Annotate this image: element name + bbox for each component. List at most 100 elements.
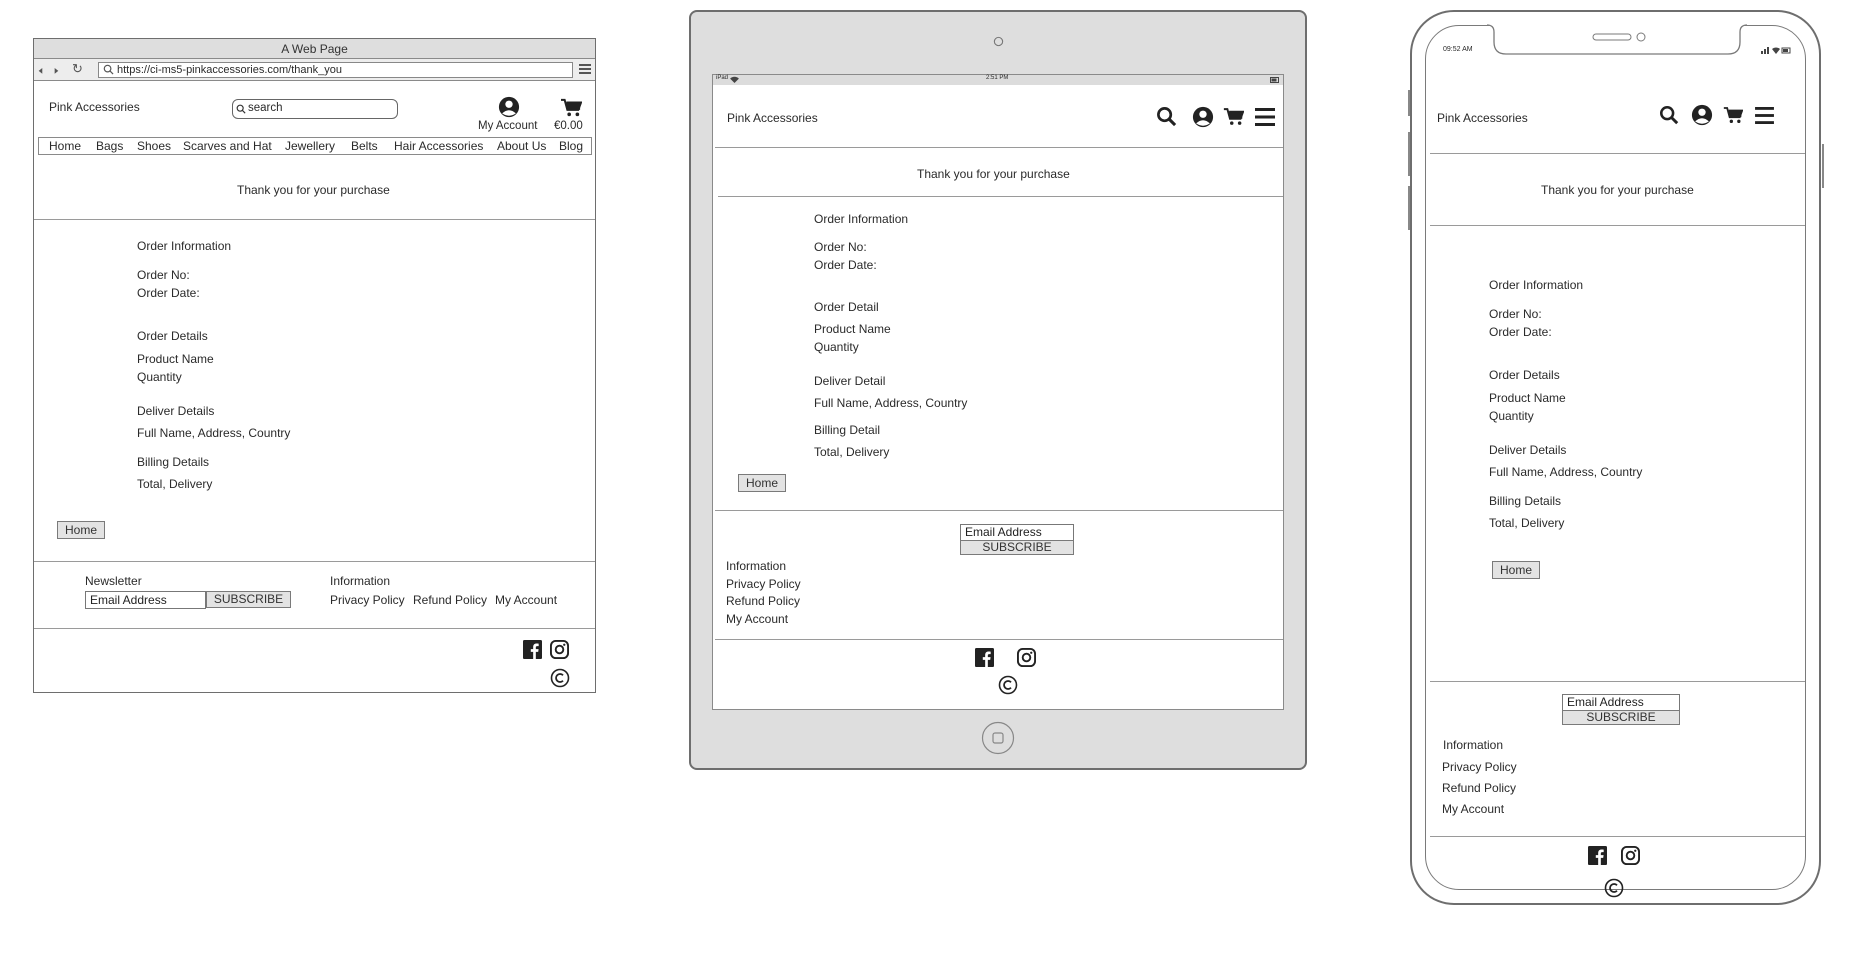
user-circle-icon[interactable] xyxy=(1192,106,1214,128)
cart-icon[interactable] xyxy=(1723,106,1743,125)
phone-notch xyxy=(1486,24,1748,56)
nav-hair-accessories[interactable]: Hair Accessories xyxy=(394,139,483,153)
phone-device: 09:52 AM Pink Accessories Thank you for … xyxy=(1408,10,1824,905)
information-heading: Information xyxy=(726,559,787,573)
home-button[interactable]: Home xyxy=(1492,561,1540,579)
hamburger-icon[interactable] xyxy=(1255,108,1275,126)
email-field[interactable]: Email Address xyxy=(85,591,206,609)
cart-total: €0.00 xyxy=(554,120,583,132)
account-link[interactable]: My Account xyxy=(474,96,544,136)
privacy-policy-link[interactable]: Privacy Policy xyxy=(330,593,405,607)
status-time: 2:51 PM xyxy=(986,75,1009,81)
divider xyxy=(1430,836,1805,837)
total-delivery-label: Total, Delivery xyxy=(814,445,890,459)
quantity-label: Quantity xyxy=(1489,409,1534,423)
my-account-label: My Account xyxy=(478,120,538,132)
divider xyxy=(715,639,1283,640)
instagram-icon[interactable] xyxy=(1017,648,1036,667)
nav-about-us[interactable]: About Us xyxy=(497,139,546,153)
information-heading: Information xyxy=(330,574,391,588)
copyright-icon xyxy=(1604,878,1624,898)
browser-menu-icon[interactable] xyxy=(579,63,591,75)
refund-policy-link[interactable]: Refund Policy xyxy=(413,593,487,607)
search-icon[interactable] xyxy=(1156,106,1177,127)
billing-detail-heading: Billing Detail xyxy=(814,423,881,437)
privacy-policy-link[interactable]: Privacy Policy xyxy=(726,577,801,591)
order-date-label: Order Date: xyxy=(1489,325,1552,339)
privacy-policy-link[interactable]: Privacy Policy xyxy=(1442,760,1517,774)
thank-you-heading: Thank you for your purchase xyxy=(1541,183,1694,197)
address-bar: 🢐 🢒 ↻ https://ci-ms5-pinkaccessories.com… xyxy=(34,59,595,81)
copyright-icon xyxy=(998,675,1018,695)
status-carrier: iPad xyxy=(716,75,729,81)
main-nav: Home Bags Shoes Scarves and Hat Jeweller… xyxy=(38,137,592,155)
window-title: A Web Page xyxy=(34,39,595,59)
product-name-label: Product Name xyxy=(814,322,891,336)
hamburger-icon[interactable] xyxy=(1755,107,1774,124)
nav-scarves-and-hat[interactable]: Scarves and Hat xyxy=(183,139,272,153)
order-details-heading: Order Details xyxy=(1489,368,1560,382)
subscribe-button[interactable]: SUBSCRIBE xyxy=(206,591,291,608)
nav-bags[interactable]: Bags xyxy=(96,139,123,153)
order-no-label: Order No: xyxy=(137,268,190,282)
my-account-link[interactable]: My Account xyxy=(726,612,788,626)
divider xyxy=(715,510,1283,511)
user-circle-icon xyxy=(498,96,520,118)
instagram-icon[interactable] xyxy=(550,640,569,659)
full-name-label: Full Name, Address, Country xyxy=(137,426,291,440)
nav-belts[interactable]: Belts xyxy=(351,139,378,153)
my-account-link[interactable]: My Account xyxy=(1442,802,1504,816)
newsletter-heading: Newsletter xyxy=(85,574,142,588)
facebook-icon[interactable] xyxy=(523,640,542,659)
footer-my-account-link[interactable]: My Account xyxy=(495,593,557,607)
brand-logo[interactable]: Pink Accessories xyxy=(49,100,140,114)
nav-home[interactable]: Home xyxy=(49,139,81,153)
refund-policy-link[interactable]: Refund Policy xyxy=(1442,781,1516,795)
forward-arrow-icon[interactable]: 🢒 xyxy=(54,62,59,84)
brand-logo[interactable]: Pink Accessories xyxy=(1437,111,1528,125)
search-input[interactable]: search xyxy=(232,99,398,119)
url-field[interactable]: https://ci-ms5-pinkaccessories.com/thank… xyxy=(98,62,573,78)
cart-icon[interactable] xyxy=(1223,107,1244,127)
instagram-icon[interactable] xyxy=(1621,846,1640,865)
cart-link[interactable]: €0.00 xyxy=(550,96,592,136)
deliver-details-heading: Deliver Details xyxy=(1489,443,1567,457)
user-circle-icon[interactable] xyxy=(1691,104,1713,126)
facebook-icon[interactable] xyxy=(1588,846,1607,865)
deliver-details-heading: Deliver Details xyxy=(137,404,215,418)
phone-screen: 09:52 AM Pink Accessories Thank you for … xyxy=(1425,24,1806,898)
refund-policy-link[interactable]: Refund Policy xyxy=(726,594,800,608)
subscribe-button[interactable]: SUBSCRIBE xyxy=(1562,710,1680,725)
subscribe-button[interactable]: SUBSCRIBE xyxy=(960,540,1074,555)
phone-power-button xyxy=(1822,144,1824,188)
back-arrow-icon[interactable]: 🢐 xyxy=(38,62,43,84)
facebook-icon[interactable] xyxy=(975,648,994,667)
order-information-heading: Order Information xyxy=(1489,278,1584,292)
brand-logo[interactable]: Pink Accessories xyxy=(727,111,818,125)
url-text: https://ci-ms5-pinkaccessories.com/thank… xyxy=(117,64,342,76)
full-name-label: Full Name, Address, Country xyxy=(814,396,968,410)
tablet-status-bar: iPad 2:51 PM xyxy=(713,75,1283,85)
phone-volume-up-button xyxy=(1408,132,1410,176)
divider xyxy=(34,561,595,562)
billing-details-heading: Billing Details xyxy=(1489,494,1562,508)
nav-jewellery[interactable]: Jewellery xyxy=(285,139,335,153)
email-field[interactable]: Email Address xyxy=(1562,694,1680,711)
search-icon[interactable] xyxy=(1659,105,1679,125)
email-field[interactable]: Email Address xyxy=(960,524,1074,541)
home-button[interactable]: Home xyxy=(738,474,786,492)
tablet-home-button-icon[interactable] xyxy=(981,721,1015,755)
information-heading: Information xyxy=(1443,738,1504,752)
tablet-screen: iPad 2:51 PM Pink Accessories Thank you … xyxy=(712,74,1284,710)
nav-blog[interactable]: Blog xyxy=(559,139,583,153)
nav-shoes[interactable]: Shoes xyxy=(137,139,171,153)
order-information-heading: Order Information xyxy=(814,212,909,226)
tablet-camera-icon xyxy=(993,36,1004,47)
divider xyxy=(1430,225,1805,226)
deliver-detail-heading: Deliver Detail xyxy=(814,374,886,388)
order-information-heading: Order Information xyxy=(137,239,232,253)
divider xyxy=(34,628,595,629)
home-button[interactable]: Home xyxy=(57,521,105,539)
divider xyxy=(718,196,1283,197)
reload-icon[interactable]: ↻ xyxy=(72,61,83,77)
